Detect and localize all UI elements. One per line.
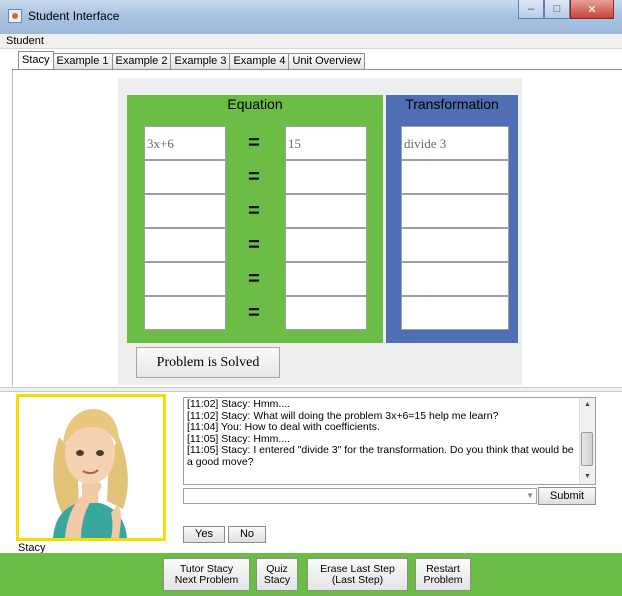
erase-last-step-button[interactable]: Erase Last Step (Last Step) [307,558,408,591]
transformation-cell[interactable] [401,194,509,228]
button-label-line2: Problem [423,574,463,586]
button-label-line2: Next Problem [174,574,239,586]
problem-solved-button[interactable]: Problem is Solved [136,347,280,378]
maximize-button[interactable]: □ [544,0,570,19]
no-button[interactable]: No [228,526,266,543]
menu-student[interactable]: Student [6,34,44,48]
avatar-frame [16,394,166,541]
equation-header: Equation [227,96,283,112]
window-controls: – □ ✕ [518,0,614,20]
chat-input[interactable]: ▼ [183,488,537,504]
equation-left-cell[interactable] [144,296,226,330]
submit-button[interactable]: Submit [538,487,596,505]
equation-left-cell[interactable] [144,262,226,296]
tab-stacy[interactable]: Stacy [18,51,54,69]
transformation-header: Transformation [405,96,499,112]
equation-right-cell[interactable] [285,228,367,262]
tab-example-1[interactable]: Example 1 [52,53,113,69]
tab-example-4[interactable]: Example 4 [229,53,290,69]
chevron-down-icon[interactable]: ▼ [526,489,534,503]
equation-left-cell[interactable] [144,194,226,228]
scrollbar-thumb[interactable] [581,432,593,466]
equals-sign: = [248,132,260,154]
equation-left-cell[interactable] [144,228,226,262]
scroll-down-icon[interactable]: ▼ [580,470,595,484]
split-pane-divider[interactable] [0,387,622,392]
equals-sign: = [248,302,260,324]
java-app-icon [8,9,22,23]
equation-right-cell[interactable] [285,194,367,228]
tab-underline [12,69,622,70]
equation-left-cell[interactable]: 3x+6 [144,126,226,160]
close-button[interactable]: ✕ [570,0,614,19]
equals-sign: = [248,234,260,256]
tab-bar: Stacy Example 1 Example 2 Example 3 Exam… [18,51,365,69]
chat-scrollbar[interactable]: ▲ ▼ [579,398,595,484]
tab-unit-overview[interactable]: Unit Overview [288,53,365,69]
transformation-cell[interactable] [401,296,509,330]
transformation-cell[interactable] [401,262,509,296]
menu-bar: Student [0,34,622,49]
tab-example-3[interactable]: Example 3 [170,53,231,69]
chat-message: [11:02] Stacy: Hmm.... [187,398,291,410]
equals-sign: = [248,166,260,188]
button-label-line2: Stacy [263,574,291,586]
window-title: Student Interface [28,9,120,23]
chat-lines: [11:02] Stacy: Hmm.... [11:02] Stacy: Wh… [187,398,577,469]
button-label-line2: (Last Step) [331,574,384,586]
window-titlebar: Student Interface – □ ✕ [0,0,622,35]
yes-button[interactable]: Yes [183,526,225,543]
transformation-cell[interactable] [401,160,509,194]
equals-sign: = [248,268,260,290]
transformation-cell[interactable] [401,228,509,262]
equation-right-cell[interactable]: 15 [285,126,367,160]
restart-problem-button[interactable]: Restart Problem [415,558,471,591]
chat-log[interactable]: [11:02] Stacy: Hmm.... [11:02] Stacy: Wh… [183,397,596,485]
equation-right-cell[interactable] [285,160,367,194]
minimize-button[interactable]: – [518,0,544,19]
tab-example-2[interactable]: Example 2 [111,53,172,69]
stacy-avatar-image [53,409,128,538]
chat-message: [11:05] Stacy: I entered "divide 3" for … [187,444,574,468]
scroll-up-icon[interactable]: ▲ [580,398,595,412]
quiz-stacy-button[interactable]: Quiz Stacy [256,558,298,591]
transformation-cell[interactable]: divide 3 [401,126,509,160]
equation-left-cell[interactable] [144,160,226,194]
equation-right-cell[interactable] [285,262,367,296]
tutor-next-problem-button[interactable]: Tutor Stacy Next Problem [163,558,250,591]
equation-right-cell[interactable] [285,296,367,330]
equals-sign: = [248,200,260,222]
content-border [12,70,13,386]
